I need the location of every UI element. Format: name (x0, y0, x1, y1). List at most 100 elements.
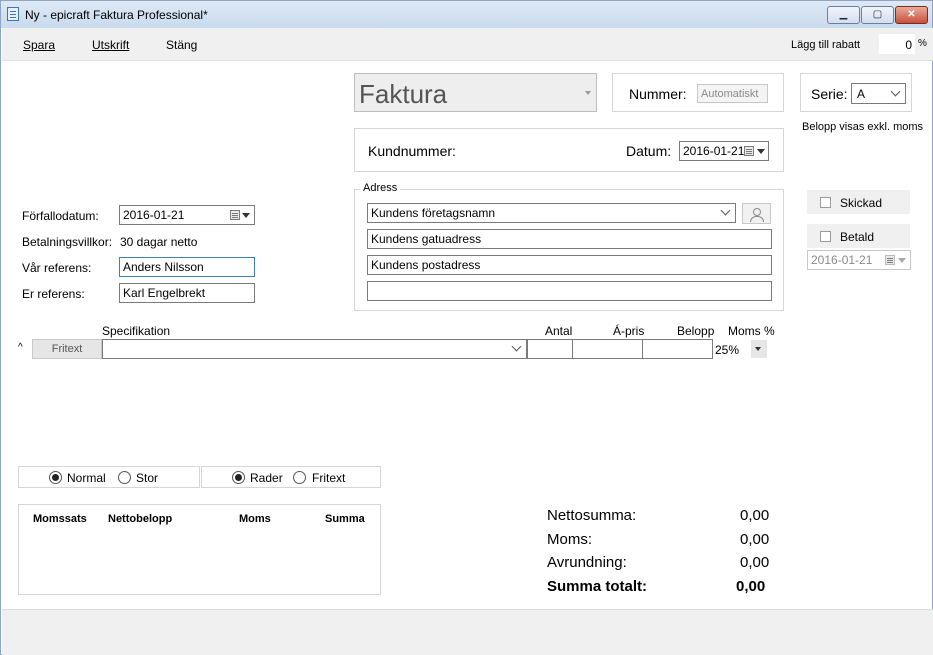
row-vat-dropdown[interactable] (751, 340, 767, 358)
rounding-value: 0,00 (740, 554, 770, 571)
minimize-button[interactable]: ▁ (827, 6, 860, 24)
customer-number-label: Kundnummer: (368, 143, 456, 159)
menu-close[interactable]: Stäng (166, 38, 197, 52)
date-picker[interactable]: 2016-01-21 (679, 141, 769, 161)
paid-checkbox[interactable] (820, 231, 831, 242)
rows-label: Rader (250, 471, 283, 485)
menu-save[interactable]: Spara (23, 38, 55, 52)
size-option-group: Normal Stor (18, 466, 200, 488)
calendar-icon (230, 210, 240, 220)
status-footer (2, 609, 933, 655)
normal-label: Normal (67, 471, 106, 485)
our-reference-label: Vår referens: (22, 261, 92, 275)
number-label: Nummer: (629, 86, 687, 102)
vat-total-value: 0,00 (740, 531, 770, 548)
series-label: Serie: (811, 86, 848, 102)
radio-large[interactable] (118, 471, 131, 484)
chevron-down-icon (720, 205, 731, 216)
net-total-label: Nettosumma: (547, 507, 637, 524)
application-window: Ny - epicraft Faktura Professional* ▁ ▢ … (0, 0, 933, 655)
sent-checkbox[interactable] (820, 197, 831, 208)
user-icon (753, 208, 761, 216)
series-panel: Serie: A (800, 73, 912, 112)
amount-header: Belopp (677, 324, 715, 338)
dropdown-arrow-icon (755, 347, 761, 351)
row-spec-select[interactable] (102, 339, 527, 359)
vat-col-rate: Momssats (33, 513, 87, 525)
due-date-picker[interactable]: 2016-01-21 (119, 205, 255, 225)
paid-date-value: 2016-01-21 (811, 253, 873, 267)
vat-col-net: Nettobelopp (108, 513, 173, 525)
paid-date-picker[interactable]: 2016-01-21 (807, 250, 911, 270)
grand-total-value: 0,00 (736, 578, 766, 595)
menu-bar: Spara Utskrift Stäng Lägg till rabatt 0 … (2, 28, 933, 61)
chevron-down-icon (890, 86, 901, 97)
collapse-row-toggle[interactable]: ^ (18, 342, 23, 353)
large-label: Stor (136, 471, 159, 485)
address-extra-field[interactable] (367, 281, 772, 301)
our-reference-field[interactable]: Anders Nilsson (119, 257, 255, 277)
price-header: Á-pris (613, 324, 645, 338)
number-panel: Nummer: Automatiskt (612, 73, 784, 112)
number-field[interactable]: Automatiskt (697, 84, 768, 103)
close-window-button[interactable]: ✕ (895, 6, 928, 24)
their-reference-field[interactable]: Karl Engelbrekt (119, 283, 255, 303)
row-amount-field[interactable] (642, 339, 713, 359)
radio-rows[interactable] (232, 471, 245, 484)
payment-terms-value[interactable]: 30 dagar netto (120, 235, 197, 249)
dropdown-arrow-icon (757, 149, 765, 154)
free-text-label: Fritext (312, 471, 346, 485)
spec-header: Specifikation (102, 324, 171, 338)
calendar-icon (744, 146, 754, 156)
row-type-button[interactable]: Fritext (32, 339, 102, 359)
chevron-down-icon (511, 341, 522, 352)
dropdown-arrow-icon (898, 258, 906, 263)
vat-col-vat: Moms (239, 513, 271, 525)
window-title: Ny - epicraft Faktura Professional* (25, 8, 208, 22)
row-vat-value: 25% (715, 343, 740, 357)
vat-total-label: Moms: (547, 531, 592, 548)
customer-panel: Kundnummer: Datum: 2016-01-21 (354, 128, 784, 172)
discount-unit: % (918, 38, 927, 49)
company-name-value: Kundens företagsnamn (371, 206, 496, 220)
date-label: Datum: (626, 143, 672, 159)
discount-input[interactable]: 0 (879, 34, 915, 54)
title-bar: Ny - epicraft Faktura Professional* ▁ ▢ … (1, 1, 932, 28)
menu-print[interactable]: Utskrift (92, 38, 129, 52)
dropdown-arrow-icon (585, 91, 591, 95)
address-legend: Adress (360, 182, 401, 194)
postal-address-field[interactable]: Kundens postadress (367, 255, 772, 275)
document-type-value: Faktura (359, 79, 448, 109)
due-date-value: 2016-01-21 (123, 208, 185, 222)
series-value: A (857, 87, 866, 101)
company-name-select[interactable]: Kundens företagsnamn (367, 203, 736, 223)
their-reference-label: Er referens: (22, 287, 85, 301)
row-qty-field[interactable] (527, 339, 573, 359)
row-price-field[interactable] (572, 339, 643, 359)
maximize-button[interactable]: ▢ (861, 6, 894, 24)
vat-col-sum: Summa (325, 513, 365, 525)
document-icon (7, 7, 19, 21)
rounding-label: Avrundning: (547, 554, 627, 571)
due-date-label: Förfallodatum: (22, 209, 99, 223)
discount-label: Lägg till rabatt (791, 39, 861, 51)
grand-total-label: Summa totalt: (547, 578, 648, 595)
street-address-field[interactable]: Kundens gatuadress (367, 229, 772, 249)
date-value: 2016-01-21 (683, 144, 745, 158)
customer-lookup-button[interactable] (742, 203, 771, 224)
net-total-value: 0,00 (740, 507, 770, 524)
vat-header: Moms % (728, 324, 775, 338)
qty-header: Antal (545, 324, 573, 338)
document-type-select[interactable]: Faktura (354, 73, 597, 112)
amount-note: Belopp visas exkl. moms (802, 121, 924, 133)
sent-checkbox-row[interactable]: Skickad (807, 190, 910, 214)
radio-free-text[interactable] (293, 471, 306, 484)
paid-label: Betald (840, 230, 875, 244)
paid-checkbox-row[interactable]: Betald (807, 224, 910, 248)
payment-terms-label: Betalningsvillkor: (22, 235, 113, 249)
series-select[interactable]: A (851, 83, 906, 104)
dropdown-arrow-icon (242, 213, 250, 218)
radio-normal[interactable] (49, 471, 62, 484)
calendar-icon (885, 255, 895, 265)
mode-option-group: Rader Fritext (201, 466, 381, 488)
